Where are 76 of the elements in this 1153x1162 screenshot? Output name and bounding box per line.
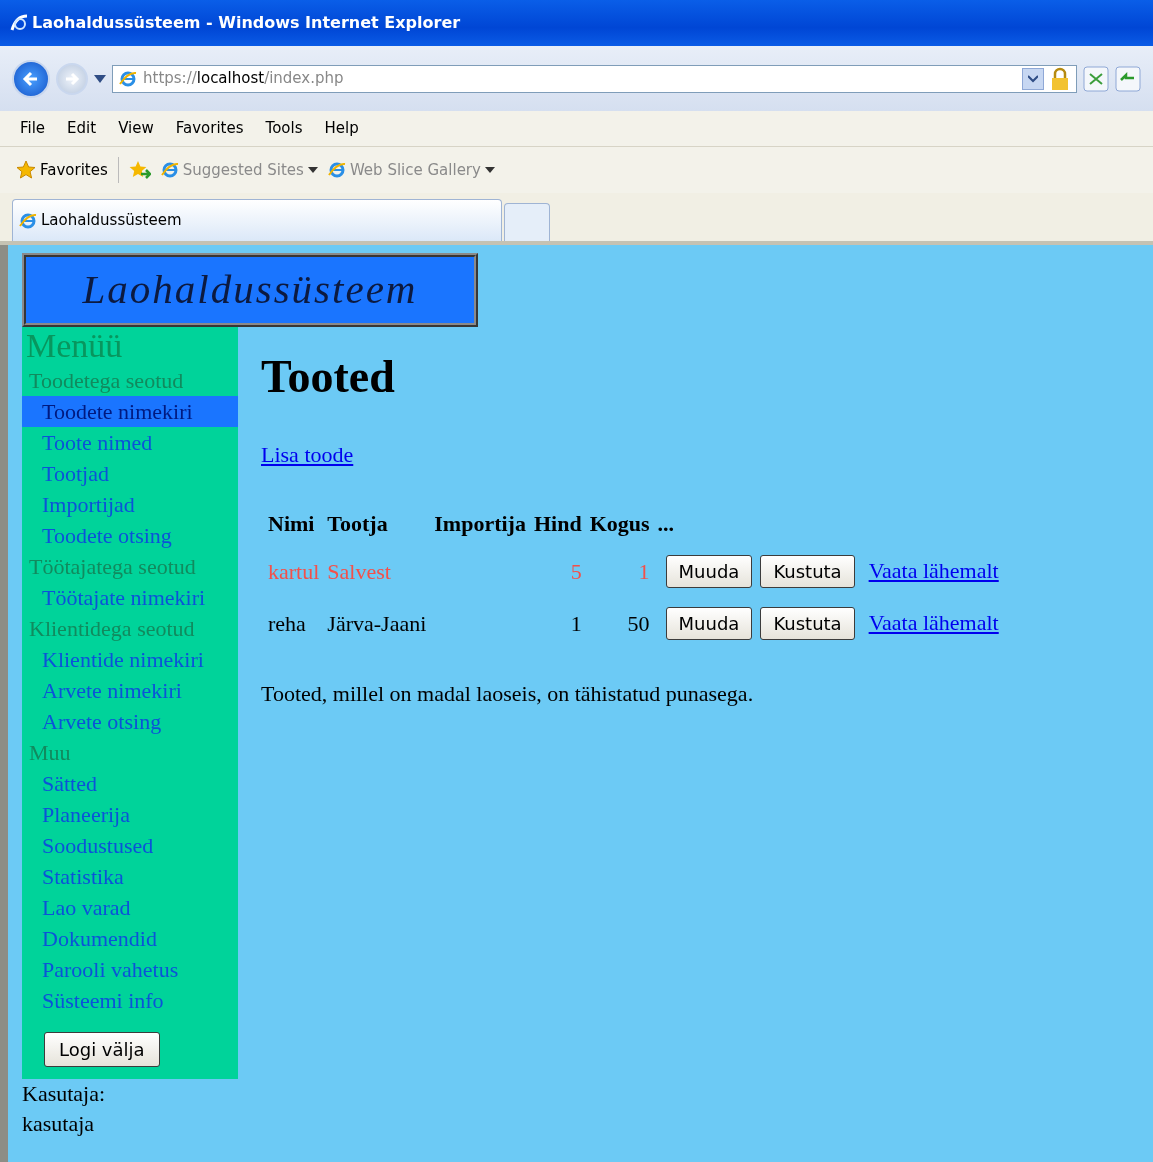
star-icon [16, 160, 36, 180]
legend-note: Tooted, millel on madal laoseis, on tähistatud punasega. [261, 680, 755, 709]
menu-item[interactable]: Favorites [175, 117, 244, 140]
lock-icon [1050, 66, 1070, 91]
menu-link[interactable]: Sätted [22, 768, 238, 799]
add-favorite-icon [128, 160, 151, 180]
menu-link[interactable]: Lao varad [22, 892, 238, 923]
url-text: https://localhost/index.php [143, 68, 344, 90]
details-link[interactable]: Vaata lähemalt [868, 558, 999, 584]
menu-link[interactable]: Statistika [22, 861, 238, 892]
favorites-button[interactable]: Favorites [16, 158, 108, 182]
logout-button[interactable]: Logi välja [44, 1032, 160, 1067]
menu-group-label: Töötajatega seotud [28, 553, 197, 581]
details-link[interactable]: Vaata lähemalt [868, 610, 999, 636]
table-cell-text: reha [267, 609, 307, 638]
table-cell-text: 1 [569, 609, 583, 638]
table-cell-text: 1 [637, 557, 651, 586]
menu-link[interactable]: Parooli vahetus [22, 954, 238, 985]
menu-link[interactable]: Dokumendid [22, 923, 238, 954]
favorites-link[interactable]: Suggested Sites [160, 158, 318, 182]
menu-link[interactable]: Toodete nimekiri [22, 396, 238, 427]
logo-banner: Laohaldussüsteem [22, 253, 478, 327]
column-header: Kogus [588, 509, 651, 538]
delete-button[interactable]: Kustuta [760, 555, 855, 589]
window-title: Laohaldussüsteem - Windows Internet Explorer [32, 12, 461, 34]
page-icon [160, 161, 179, 179]
back-button[interactable] [12, 59, 50, 98]
menu-link[interactable]: Tootjad [22, 458, 238, 489]
page-icon [119, 69, 137, 88]
menu-title: Menüü [25, 327, 124, 365]
edit-button[interactable]: Muuda [665, 555, 753, 589]
edit-button[interactable]: Muuda [665, 607, 753, 641]
table-cell-text: 5 [569, 557, 583, 586]
menu-link[interactable]: Töötajate nimekiri [22, 582, 238, 613]
page-icon [327, 161, 346, 179]
user-name: kasutaja [22, 1110, 96, 1138]
menu-item[interactable]: File [20, 117, 46, 140]
menu-link[interactable]: Importijad [22, 489, 238, 520]
favorites-link[interactable]: Web Slice Gallery [327, 158, 495, 182]
chevron-icon [1028, 74, 1038, 83]
address-field[interactable]: https://localhost/index.php [112, 64, 1077, 93]
menu-group-label: Toodetega seotud [28, 367, 185, 395]
browser-logo-icon [10, 14, 28, 32]
table-cell-text: 50 [626, 609, 651, 638]
page-heading: Tooted [261, 350, 396, 404]
menu-item[interactable]: Tools [265, 117, 303, 140]
user-label: Kasutaja: [22, 1080, 107, 1108]
menu-link[interactable]: Süsteemi info [22, 985, 238, 1016]
menu-item[interactable]: View [118, 117, 154, 140]
menu-item[interactable]: Edit [67, 117, 97, 140]
menu-link[interactable]: Toodete otsing [22, 520, 238, 551]
column-header: Tootja [326, 509, 389, 538]
menu-link[interactable]: Planeerija [22, 799, 238, 830]
menu-link[interactable]: Toote nimed [22, 427, 238, 458]
menu-item[interactable]: Help [324, 117, 359, 140]
menu-link[interactable]: Klientide nimekiri [22, 644, 238, 675]
table-cell-text: kartul [267, 557, 321, 586]
menu-link[interactable]: Arvete otsing [22, 706, 238, 737]
dropdown-caret-icon [94, 74, 106, 83]
menu-link[interactable]: Soodustused [22, 830, 238, 861]
column-header: Nimi [267, 509, 316, 538]
caret-icon [484, 167, 495, 173]
delete-button[interactable]: Kustuta [760, 607, 855, 641]
page-icon [19, 211, 37, 230]
column-header: ... [656, 509, 676, 538]
caret-icon [307, 167, 318, 173]
column-header: Importija [433, 509, 527, 538]
menu-group-label: Klientidega seotud [28, 615, 196, 643]
browser-tab[interactable]: Laohaldussüsteem [12, 199, 502, 241]
add-product-link[interactable]: Lisa toode [261, 442, 354, 468]
table-cell-text: Salvest [326, 557, 392, 586]
column-header: Hind [532, 509, 583, 538]
menu-group-label: Muu [28, 739, 72, 767]
menu-link[interactable]: Arvete nimekiri [22, 675, 238, 706]
table-cell-text: Järva-Jaani [326, 609, 428, 638]
dropdown-button[interactable] [1022, 67, 1044, 90]
